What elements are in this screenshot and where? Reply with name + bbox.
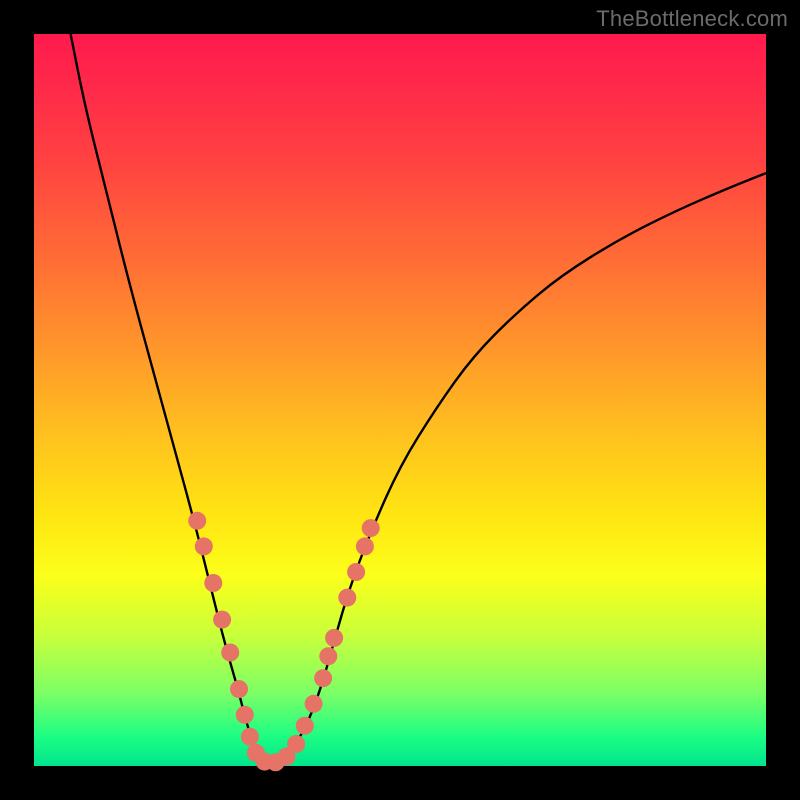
curve-marker [338,589,356,607]
curve-marker [195,537,213,555]
curve-marker [287,735,305,753]
curve-marker [204,574,222,592]
curve-marker [347,563,365,581]
curve-marker [221,644,239,662]
chart-plot-area [34,34,766,766]
bottleneck-curve [71,34,766,765]
chart-frame: TheBottleneck.com [0,0,800,800]
curve-marker [314,669,332,687]
curve-marker [362,519,380,537]
curve-marker [236,706,254,724]
curve-marker [213,611,231,629]
curve-marker [230,680,248,698]
curve-marker [241,728,259,746]
curve-marker [305,695,323,713]
curve-marker [319,647,337,665]
chart-svg [34,34,766,766]
curve-marker [296,717,314,735]
watermark-text: TheBottleneck.com [596,6,788,32]
curve-marker [356,537,374,555]
curve-markers [188,512,380,772]
curve-marker [188,512,206,530]
curve-marker [325,629,343,647]
